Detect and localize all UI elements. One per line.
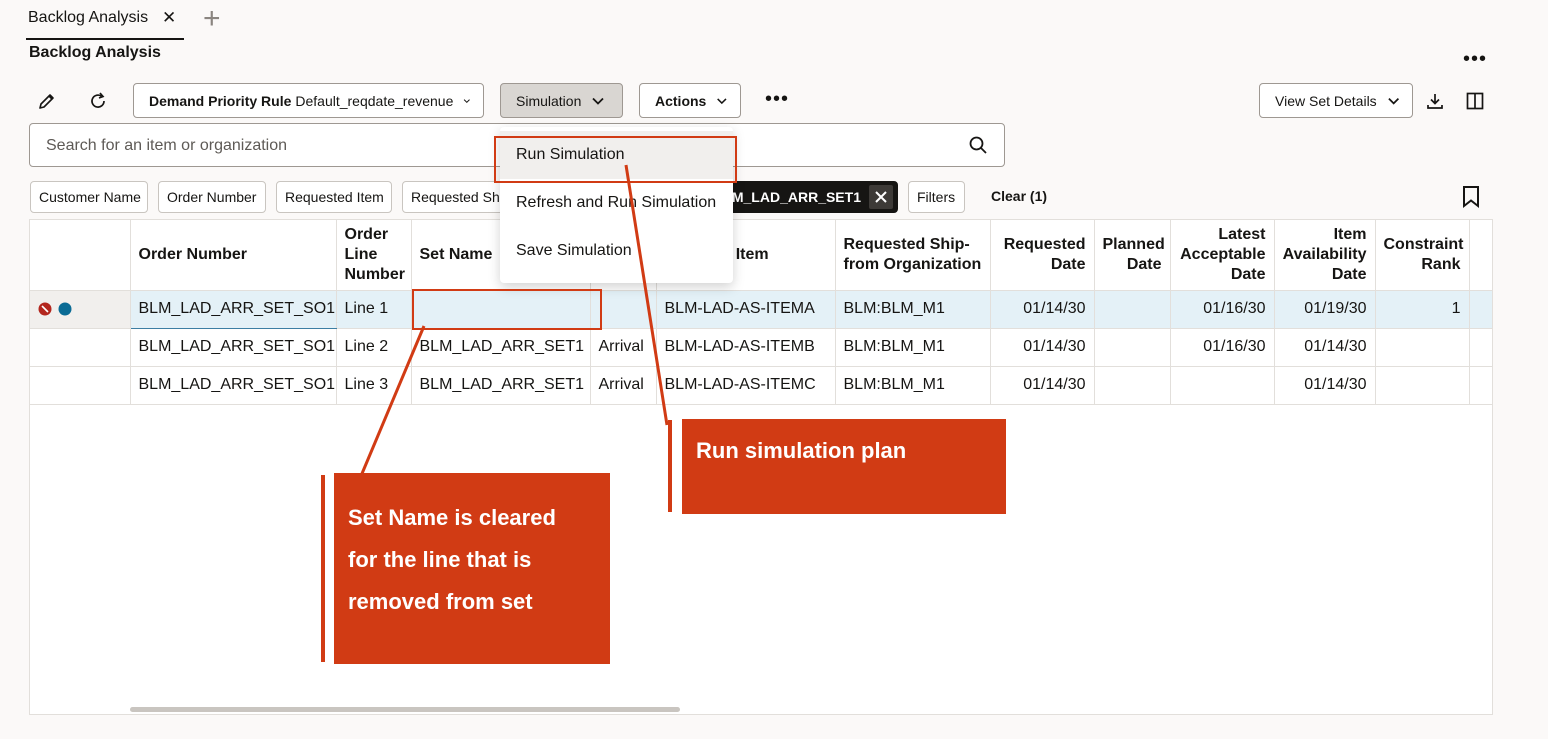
- callout-accent-bar: [668, 420, 672, 512]
- callout-accent-bar: [321, 475, 325, 662]
- callout-line: Set Name is cleared: [348, 505, 556, 530]
- callout-line: removed from set: [348, 589, 533, 614]
- set-name-cleared-callout: Set Name is cleared for the line that is…: [334, 473, 610, 664]
- run-simulation-callout-text: Run simulation plan: [696, 438, 907, 463]
- callout-line: for the line that is: [348, 547, 532, 572]
- run-simulation-callout: Run simulation plan: [682, 419, 1006, 514]
- annotation-connector-lines: [359, 164, 669, 477]
